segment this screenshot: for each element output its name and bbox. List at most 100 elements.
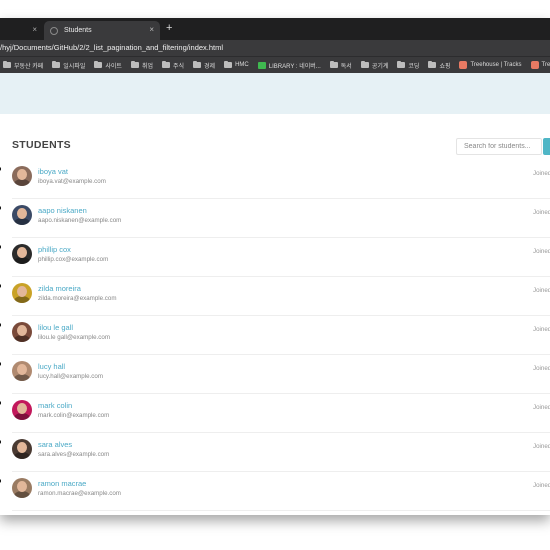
folder-icon [397, 61, 406, 68]
page-favicon-icon [50, 26, 58, 35]
bookmark-label: 부동산 카페 [14, 63, 44, 70]
student-list: iboya vatiboya.vat@example.comJoinedaapo… [12, 160, 550, 515]
bookmark-item[interactable]: LIBRARY : 네이버... [257, 61, 321, 70]
student-email: lucy.hall@example.com [38, 373, 103, 380]
bookmark-label: HMC [235, 62, 249, 68]
student-row: zilda moreira zilda.moreira@example.com Jo… [12, 277, 550, 316]
student-email: mark.colin@example.com [38, 412, 110, 419]
bookmark-item[interactable]: 공기계 [360, 61, 389, 70]
url-text[interactable]: /hyj/Documents/GitHub/2/2_list_paginatio… [0, 43, 223, 52]
tab-title: Students [64, 27, 92, 34]
bookmark-label: 일시파일 [63, 63, 86, 70]
tab-students[interactable]: Students × [44, 21, 160, 40]
bookmark-label: Treehouse [541, 62, 550, 68]
avatar [12, 166, 32, 186]
joined-date: Joined [533, 365, 550, 372]
folder-icon [52, 61, 61, 68]
joined-date: Joined [533, 482, 550, 489]
folder-icon [94, 61, 103, 68]
student-row: sara alves sara.alves@example.com Joined [12, 433, 550, 472]
treehouse-icon [459, 61, 468, 69]
student-row: lilou le gall lilou.le gall@example.com Jo… [12, 316, 550, 355]
bookmark-label: Treehouse | Tracks [470, 62, 522, 68]
tab-previous[interactable]: × [0, 21, 43, 40]
student-email: phillip.cox@example.com [38, 256, 109, 263]
folder-icon [3, 61, 11, 68]
bookmark-label: 코딩 [408, 63, 420, 70]
bookmark-label: 사이트 [105, 63, 122, 70]
avatar [12, 478, 32, 498]
new-tab-button[interactable]: + [166, 22, 172, 34]
student-name[interactable]: phillip cox [38, 245, 71, 254]
tab-strip: × Students × + [0, 18, 550, 40]
bookmark-item[interactable]: 코딩 [397, 61, 419, 70]
joined-date: Joined [533, 326, 550, 333]
student-name[interactable]: aapo niskanen [38, 206, 87, 215]
student-name[interactable]: sara alves [38, 440, 72, 449]
joined-date: Joined [533, 287, 550, 294]
bookmark-label: 취업 [141, 63, 153, 70]
avatar [12, 439, 32, 459]
student-row: mark colin mark.colin@example.com Joined [12, 394, 550, 433]
folder-icon [224, 61, 233, 68]
bookmark-item[interactable]: 독서 [329, 61, 352, 70]
student-name[interactable]: lilou le gall [38, 323, 73, 332]
student-email: zilda.moreira@example.com [38, 295, 117, 302]
folder-icon [360, 61, 369, 68]
student-row: lucy hall lucy.hall@example.com Joined [12, 355, 550, 394]
folder-icon [428, 61, 437, 68]
bookmark-label: 독서 [340, 63, 352, 70]
student-name[interactable]: zilda moreira [38, 284, 81, 293]
student-name[interactable]: ramon macrae [38, 479, 86, 488]
student-row: ramon macrae ramon.macrae@example.com Join… [12, 472, 550, 511]
bookmark-item[interactable]: 경제 [193, 61, 215, 70]
screenshot-stage: × Students × + /hyj/Documents/GitHub/2/2… [0, 0, 550, 550]
search-button[interactable] [543, 138, 550, 155]
bookmark-item[interactable]: 부동산 카페 [3, 61, 43, 70]
page-header-banner [0, 73, 550, 114]
student-name[interactable]: mark colin [38, 401, 72, 410]
bookmark-item[interactable]: 사이트 [94, 61, 122, 70]
bookmark-label: 쇼핑 [439, 63, 451, 70]
address-bar[interactable]: /hyj/Documents/GitHub/2/2_list_paginatio… [0, 40, 550, 56]
students-page: STUDENTS iboya vat iboya.vat@example.com J… [0, 114, 550, 515]
joined-date: Joined [533, 209, 550, 216]
browser-window: × Students × + /hyj/Documents/GitHub/2/2… [0, 18, 550, 515]
student-name[interactable]: lucy hall [38, 362, 65, 371]
bookmark-label: 공기계 [371, 63, 389, 70]
folder-icon [130, 61, 139, 68]
student-row: aapo niskanen aapo.niskanen@example.com Jo… [12, 199, 550, 238]
bookmark-item[interactable]: HMC [224, 61, 249, 68]
bookmarks-bar: 부동산 카페 일시파일 사이트 취업 주식 경제 HMC LIBRARY : 네이버... 독서… [0, 56, 550, 73]
tab-close-icon[interactable]: × [149, 25, 154, 34]
joined-date: Joined [533, 170, 550, 177]
bookmark-item[interactable]: 주식 [161, 61, 185, 70]
bookmark-item[interactable]: 쇼핑 [428, 61, 450, 70]
bookmark-item[interactable]: Treehouse | Tracks [459, 61, 522, 69]
avatar [12, 283, 32, 303]
student-email: aapo.niskanen@example.com [38, 217, 122, 224]
folder-icon [193, 61, 202, 68]
joined-date: Joined [533, 248, 550, 255]
joined-date: Joined [533, 443, 550, 450]
library-icon [257, 61, 266, 69]
bookmark-item[interactable]: Treehouse [530, 61, 550, 69]
student-email: ramon.macrae@example.com [38, 490, 121, 497]
tab-close-icon[interactable]: × [32, 25, 37, 34]
folder-icon [161, 61, 170, 68]
avatar [12, 205, 32, 225]
avatar [12, 361, 32, 381]
bookmark-item[interactable]: 취업 [130, 61, 153, 70]
student-email: iboya.vat@example.com [38, 178, 106, 185]
bookmark-label: LIBRARY : 네이버... [268, 63, 321, 70]
student-name[interactable]: iboya vat [38, 167, 68, 176]
student-row: phillip cox phillip.cox@example.com Joined [12, 238, 550, 277]
avatar [12, 400, 32, 420]
page-title: STUDENTS [12, 139, 71, 151]
bookmark-label: 주식 [172, 63, 185, 70]
bookmark-item[interactable]: 일시파일 [52, 61, 85, 70]
joined-date: Joined [533, 404, 550, 411]
search-input[interactable] [456, 138, 542, 155]
student-email: lilou.le gall@example.com [38, 334, 110, 341]
treehouse-icon [530, 61, 539, 69]
